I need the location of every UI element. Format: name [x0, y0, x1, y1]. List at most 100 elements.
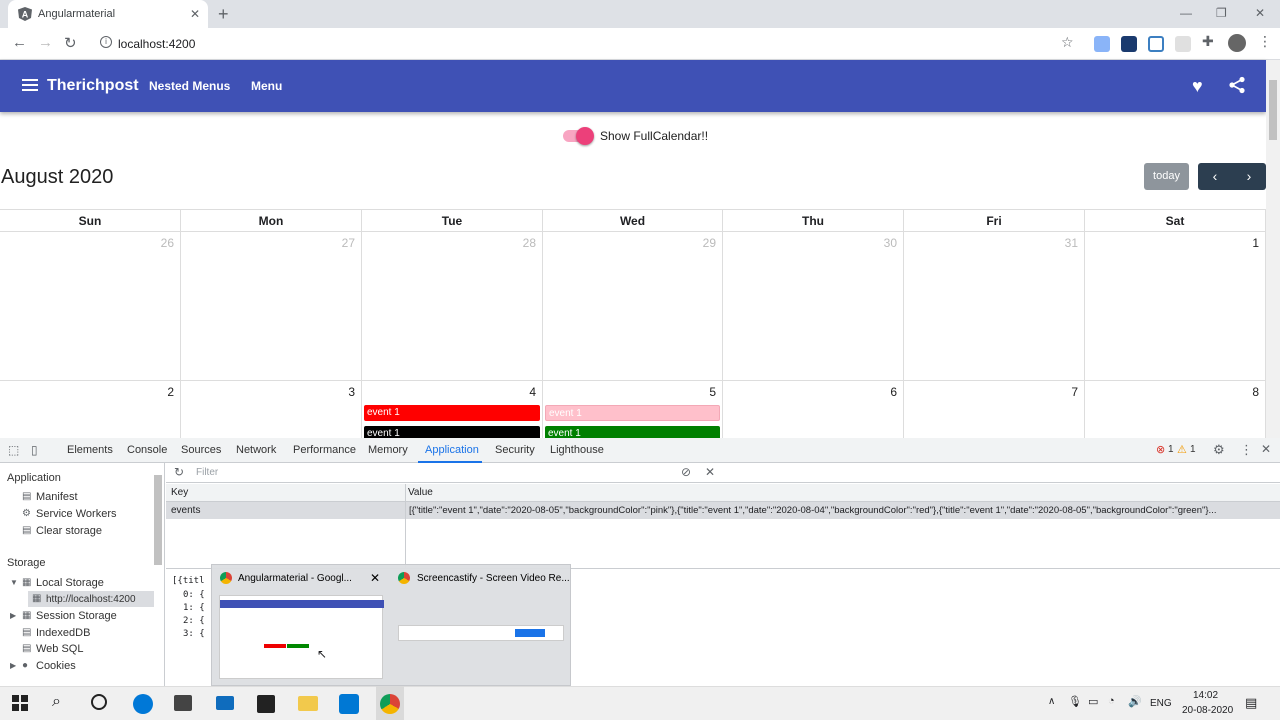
shield-icon[interactable] [1175, 36, 1191, 52]
tab-application[interactable]: Application [425, 444, 479, 456]
extension-n-icon[interactable] [1148, 36, 1164, 52]
puzzle-icon[interactable]: ✚ [1202, 33, 1214, 50]
expand-down-icon[interactable]: ▼ [10, 578, 18, 587]
day-number[interactable]: 3 [348, 385, 355, 399]
profile-avatar[interactable] [1228, 34, 1246, 52]
day-number[interactable]: 2 [167, 385, 174, 399]
inspect-element-icon[interactable]: ⬚ [8, 443, 19, 457]
microphone-icon[interactable]: 🎙 [1068, 695, 1082, 708]
edge-icon[interactable] [133, 694, 153, 714]
new-tab-icon[interactable]: + [218, 4, 229, 25]
day-cell[interactable]: 30 [723, 232, 904, 381]
reload-icon[interactable]: ↻ [64, 34, 77, 52]
address-bar[interactable]: i localhost:4200 [98, 32, 1058, 56]
sidebar-item-localhost[interactable]: http://localhost:4200 [46, 594, 136, 605]
warning-icon[interactable]: ⚠ [1177, 443, 1187, 456]
day-cell[interactable]: 28 [362, 232, 543, 381]
devtools-close-icon[interactable]: ✕ [1261, 442, 1271, 456]
day-number[interactable]: 28 [523, 236, 536, 250]
sublime-text-icon[interactable] [257, 695, 275, 713]
day-number[interactable]: 5 [709, 385, 716, 399]
day-number[interactable]: 8 [1252, 385, 1259, 399]
info-icon[interactable]: i [100, 36, 112, 48]
device-toolbar-icon[interactable]: ▯ [31, 443, 38, 457]
tab-network[interactable]: Network [236, 444, 276, 456]
mail-icon[interactable] [216, 696, 234, 710]
day-cell[interactable]: 2 [0, 381, 181, 438]
thumbnail-close-icon[interactable]: ✕ [370, 571, 380, 585]
window-close-icon[interactable]: ✕ [1255, 6, 1265, 20]
calendar-event[interactable]: event 1 [545, 426, 720, 438]
value-tree-item[interactable]: 1: { [183, 603, 205, 613]
calendar-event[interactable]: event 1 [364, 405, 540, 421]
expand-right-icon[interactable]: ▶ [10, 611, 16, 620]
tab-sources[interactable]: Sources [181, 444, 221, 456]
day-number[interactable]: 29 [703, 236, 716, 250]
tab-console[interactable]: Console [127, 444, 167, 456]
thumbnail-preview[interactable] [398, 625, 564, 641]
tab-close-icon[interactable]: ✕ [190, 7, 200, 21]
error-count[interactable]: 1 [1168, 444, 1174, 455]
clock-time[interactable]: 14:02 [1193, 690, 1218, 701]
windows-start-icon[interactable] [10, 693, 30, 713]
language-indicator[interactable]: ENG [1150, 698, 1172, 709]
share-icon[interactable] [1228, 76, 1246, 94]
day-cell[interactable]: 3 [181, 381, 362, 438]
day-cell[interactable]: 7 [904, 381, 1085, 438]
sidebar-item-manifest[interactable]: Manifest [36, 491, 78, 503]
sidebar-item-session-storage[interactable]: Session Storage [36, 610, 117, 622]
sidebar-scrollbar[interactable] [154, 475, 162, 565]
day-number[interactable]: 30 [884, 236, 897, 250]
sidebar-item-service-workers[interactable]: Service Workers [36, 508, 116, 520]
day-number[interactable]: 4 [529, 385, 536, 399]
day-number[interactable]: 31 [1065, 236, 1078, 250]
errors-icon[interactable]: ⊗ [1156, 443, 1165, 456]
browser-tab[interactable]: A Angularmaterial ✕ [8, 0, 208, 28]
clock-date[interactable]: 20-08-2020 [1182, 705, 1233, 716]
filter-input[interactable]: Filter [196, 467, 218, 478]
warning-count[interactable]: 1 [1190, 444, 1196, 455]
day-cell[interactable]: 6 [723, 381, 904, 438]
sidebar-item-web-sql[interactable]: Web SQL [36, 643, 84, 655]
day-cell[interactable]: 27 [181, 232, 362, 381]
refresh-icon[interactable]: ↻ [174, 465, 184, 479]
search-icon[interactable]: ⌕ [52, 693, 61, 711]
table-row[interactable]: events [{"title":"event 1","date":"2020-… [166, 502, 1280, 519]
day-number[interactable]: 7 [1071, 385, 1078, 399]
notifications-icon[interactable]: ▤ [1245, 695, 1257, 711]
bookmark-star-icon[interactable]: ☆ [1061, 34, 1074, 51]
sidebar-item-cookies[interactable]: Cookies [36, 660, 76, 672]
minimize-icon[interactable]: — [1180, 6, 1192, 20]
page-scrollbar[interactable] [1266, 60, 1280, 438]
day-number[interactable]: 6 [890, 385, 897, 399]
vscode-icon[interactable] [339, 694, 359, 714]
column-value[interactable]: Value [408, 487, 433, 498]
thumbnail-title[interactable]: Angularmaterial - Googl... [238, 573, 352, 584]
store-icon[interactable] [174, 695, 192, 711]
row-value[interactable]: [{"title":"event 1","date":"2020-08-05",… [409, 505, 1275, 516]
prev-month-button[interactable]: ‹ [1198, 163, 1232, 190]
value-tree-item[interactable]: 0: { [183, 590, 205, 600]
tab-memory[interactable]: Memory [368, 444, 408, 456]
heart-icon[interactable]: ♥ [1192, 76, 1203, 97]
row-key[interactable]: events [171, 505, 200, 516]
sidebar-item-clear-storage[interactable]: Clear storage [36, 525, 102, 537]
restore-icon[interactable]: ❐ [1216, 6, 1227, 20]
devtools-menu-icon[interactable]: ⋮ [1240, 442, 1253, 458]
day-cell[interactable]: 4 event 1 event 1 [362, 381, 543, 438]
show-hidden-icons[interactable]: ∧ [1048, 696, 1055, 707]
day-cell[interactable]: 5 event 1 event 1 [543, 381, 723, 438]
column-key[interactable]: Key [171, 487, 188, 498]
value-tree-root[interactable]: [{titl [172, 576, 205, 586]
chrome-taskbar-icon[interactable] [380, 694, 400, 714]
settings-gear-icon[interactable]: ⚙ [1213, 442, 1225, 458]
tab-lighthouse[interactable]: Lighthouse [550, 444, 604, 456]
fullcalendar-toggle[interactable] [563, 127, 594, 145]
clear-all-icon[interactable]: ⊘ [681, 465, 691, 479]
volume-icon[interactable]: 🔊 [1128, 695, 1142, 708]
tab-elements[interactable]: Elements [67, 444, 113, 456]
value-tree-item[interactable]: 2: { [183, 616, 205, 626]
day-cell[interactable]: 26 [0, 232, 181, 381]
wifi-icon[interactable]: ◔ [1108, 695, 1115, 707]
cortana-icon[interactable] [91, 694, 107, 710]
